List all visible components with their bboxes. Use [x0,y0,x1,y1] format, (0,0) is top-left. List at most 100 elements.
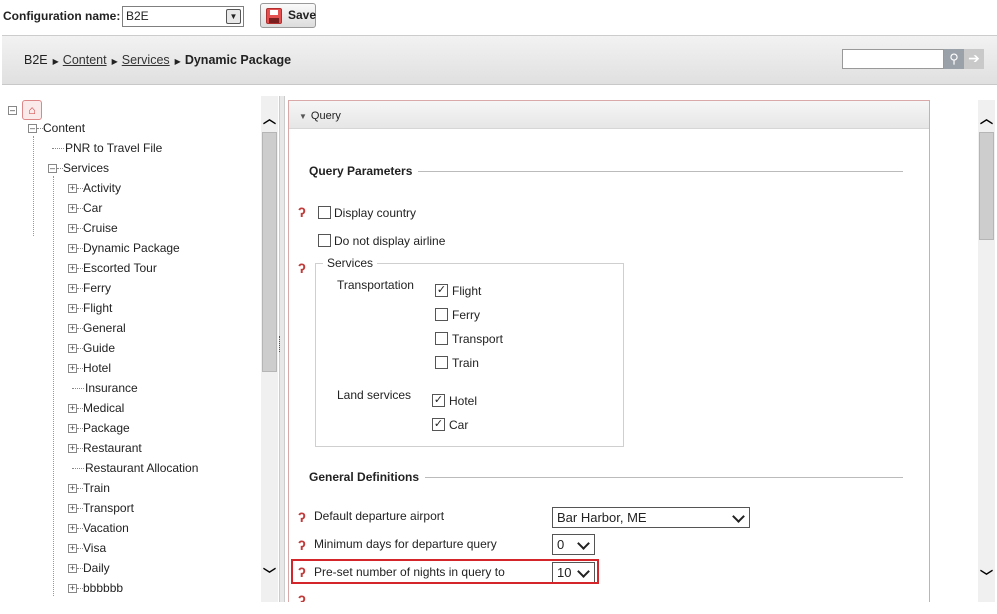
home-icon[interactable]: ⌂ [22,100,42,120]
breadcrumb-link-services[interactable]: Services [122,53,170,67]
services-legend: Services [323,256,378,270]
search-input[interactable] [842,49,944,69]
tree-node-label: Car [83,201,103,215]
tree-node-label: Medical [83,401,125,415]
tree-connector [72,388,84,389]
hotel-checkbox[interactable]: ✓ [432,394,445,407]
breadcrumb-bar: B2E ▶ Content ▶ Services ▶ Dynamic Package ⚲ ➔ [2,35,997,85]
breadcrumb-link-content[interactable]: Content [63,53,107,67]
expand-icon[interactable]: + [68,344,77,353]
expand-icon[interactable]: + [68,504,77,513]
default-departure-airport-label: Default departure airport [314,509,445,523]
breadcrumb-root: B2E [24,53,48,67]
train-checkbox[interactable] [435,356,448,369]
flight-checkbox[interactable]: ✓ [435,284,448,297]
expand-icon[interactable]: + [68,244,77,253]
breadcrumb: B2E ▶ Content ▶ Services ▶ Dynamic Package [24,53,294,67]
content-scrollbar[interactable]: ︿ ﹀ [978,100,995,602]
tree-node-label: Restaurant Allocation [85,461,199,475]
arrow-right-icon[interactable]: ➔ [964,49,984,69]
expand-icon[interactable]: + [68,584,77,593]
tree-scrollbar[interactable]: ︿ ﹀ [261,96,278,602]
collapse-triangle-icon[interactable]: ▼ [299,112,307,121]
display-country-checkbox[interactable] [318,206,331,219]
car-checkbox[interactable]: ✓ [432,418,445,431]
tree-line [53,176,54,596]
query-parameters-title: Query Parameters [309,164,419,178]
save-button[interactable]: Save [260,3,316,28]
ferry-label: Ferry [452,308,480,322]
query-section-header[interactable]: ▼ Query [289,101,929,129]
do-not-display-airline-checkbox[interactable] [318,234,331,247]
help-icon[interactable]: ʔ [298,205,308,219]
ferry-checkbox[interactable] [435,308,448,321]
transport-checkbox[interactable] [435,332,448,345]
tree-connector [72,468,84,469]
expand-icon[interactable]: + [68,544,77,553]
collapse-icon[interactable]: – [28,124,37,133]
tree-node-label: Train [83,481,110,495]
expand-icon[interactable]: + [68,204,77,213]
collapse-icon[interactable]: – [48,164,57,173]
splitter-grip-icon[interactable] [279,336,282,352]
tree-node-label: Escorted Tour [83,261,157,275]
chevron-down-icon[interactable] [733,510,745,522]
tree-node-label: Guide [83,341,116,355]
scroll-down-icon[interactable]: ﹀ [261,566,278,583]
help-icon[interactable]: ʔ [298,261,308,275]
expand-icon[interactable]: + [68,304,77,313]
collapse-icon[interactable]: – [8,106,17,115]
minimum-days-select[interactable]: 0 [552,534,595,555]
minimum-days-value: 0 [557,537,565,552]
expand-icon[interactable]: + [68,224,77,233]
expand-icon[interactable]: + [68,424,77,433]
panel-splitter[interactable] [279,96,285,602]
tree-node-label: Package [83,421,130,435]
dropdown-arrow-icon[interactable]: ▼ [226,9,241,24]
tree-connector [52,148,64,149]
configuration-name-label: Configuration name: [3,9,121,23]
tree-node-label: General [83,321,126,335]
tree-scroll-thumb[interactable] [262,132,277,372]
help-icon[interactable]: ʔ [298,538,308,552]
expand-icon[interactable]: + [68,284,77,293]
transport-label: Transport [452,332,503,346]
breadcrumb-current: Dynamic Package [184,53,292,67]
default-departure-airport-select[interactable]: Bar Harbor, ME [552,507,750,528]
help-icon[interactable]: ʔ [298,593,308,602]
scroll-down-icon[interactable]: ﹀ [978,568,995,585]
transportation-label: Transportation [337,278,414,292]
configuration-name-select[interactable]: B2E ▼ [122,6,244,27]
scroll-up-icon[interactable]: ︿ [261,110,278,127]
expand-icon[interactable]: + [68,264,77,273]
expand-icon[interactable]: + [68,524,77,533]
save-button-label: Save [288,8,317,22]
expand-icon[interactable]: + [68,404,77,413]
tree-node-label: Flight [83,301,113,315]
content-scroll-thumb[interactable] [979,132,994,240]
expand-icon[interactable]: + [68,364,77,373]
scroll-up-icon[interactable]: ︿ [978,110,995,127]
tree-node-label: Activity [83,181,122,195]
tree-node-label: Transport [83,501,134,515]
expand-icon[interactable]: + [68,184,77,193]
save-disk-icon [266,8,282,24]
search-icon[interactable]: ⚲ [944,49,964,69]
expand-icon[interactable]: + [68,564,77,573]
expand-icon[interactable]: + [68,324,77,333]
expand-icon[interactable]: + [68,484,77,493]
configuration-name-value: B2E [126,9,149,23]
tree-node-label: Vacation [83,521,129,535]
tree-node-label: Visa [83,541,107,555]
expand-icon[interactable]: + [68,444,77,453]
default-departure-airport-value: Bar Harbor, ME [557,510,647,525]
top-bar: Configuration name: B2E ▼ Save [0,0,997,34]
breadcrumb-arrow-icon: ▶ [52,57,59,66]
chevron-down-icon[interactable] [578,537,590,549]
help-icon[interactable]: ʔ [298,510,308,524]
highlight-box [291,559,599,584]
navigation-tree: – ⌂ – Content PNR to Travel File – Servi… [2,96,260,602]
breadcrumb-arrow-icon: ▶ [111,57,118,66]
train-label: Train [452,356,479,370]
flight-label: Flight [452,284,482,298]
